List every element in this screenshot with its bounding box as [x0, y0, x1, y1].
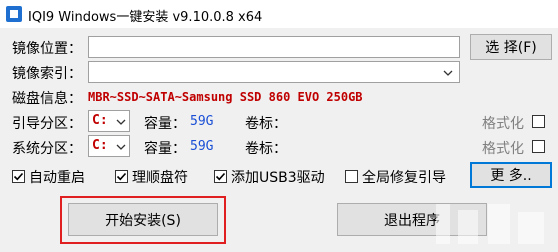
boot-partition-dropdown[interactable]: C:	[88, 110, 130, 132]
exit-program-button[interactable]: 退出程序	[337, 203, 487, 236]
auto-restart-checkbox[interactable]	[12, 170, 25, 183]
chevron-down-icon	[116, 119, 126, 125]
system-format-label: 格式化	[482, 141, 524, 157]
chevron-down-icon	[116, 144, 126, 150]
boot-format-label: 格式化	[482, 116, 524, 132]
system-partition-label: 系统分区：	[12, 141, 82, 157]
system-partition-value: C:	[92, 138, 108, 153]
disk-info-label: 磁盘信息：	[12, 91, 82, 107]
highlight-frame	[60, 196, 226, 244]
system-capacity-value: 59G	[190, 139, 214, 154]
checkmark-icon	[116, 172, 127, 181]
more-button[interactable]: 更 多..	[470, 162, 552, 188]
system-volume-label: 卷标：	[245, 141, 287, 157]
add-usb3-driver-label[interactable]: 添加USB3驱动	[231, 167, 325, 187]
system-capacity-label: 容量：	[144, 141, 186, 157]
add-usb3-driver-checkbox[interactable]	[214, 170, 227, 183]
image-index-dropdown[interactable]	[88, 61, 460, 83]
fix-drive-letters-checkbox[interactable]	[115, 170, 128, 183]
boot-volume-label: 卷标：	[245, 116, 287, 132]
fix-drive-letters-label[interactable]: 理顺盘符	[132, 167, 188, 187]
boot-capacity-value: 59G	[190, 114, 214, 129]
app-icon	[6, 6, 22, 22]
boot-format-checkbox[interactable]	[532, 115, 545, 128]
system-format-checkbox[interactable]	[532, 140, 545, 153]
auto-restart-label[interactable]: 自动重启	[29, 167, 85, 187]
main-panel: 镜像位置： 选 择(F) 镜像索引： 磁盘信息： MBR~SSD~SATA~Sa…	[0, 28, 558, 252]
window-title: IQI9 Windows一键安装 v9.10.0.8 x64	[28, 10, 263, 25]
title-bar: IQI9 Windows一键安装 v9.10.0.8 x64	[0, 0, 558, 28]
image-path-input[interactable]	[88, 36, 460, 58]
checkmark-icon	[13, 172, 24, 181]
disk-info-value: MBR~SSD~SATA~Samsung SSD 860 EVO 250GB	[88, 90, 363, 104]
boot-partition-label: 引导分区：	[12, 116, 82, 132]
global-repair-boot-label[interactable]: 全局修复引导	[362, 167, 446, 187]
chevron-down-icon	[443, 70, 453, 76]
checkmark-icon	[215, 172, 226, 181]
boot-capacity-label: 容量：	[144, 116, 186, 132]
image-path-label: 镜像位置：	[12, 41, 82, 57]
global-repair-boot-checkbox[interactable]	[345, 170, 358, 183]
select-image-button[interactable]: 选 择(F)	[470, 34, 552, 60]
image-index-label: 镜像索引：	[12, 66, 82, 82]
boot-partition-value: C:	[92, 113, 108, 128]
system-partition-dropdown[interactable]: C:	[88, 135, 130, 157]
